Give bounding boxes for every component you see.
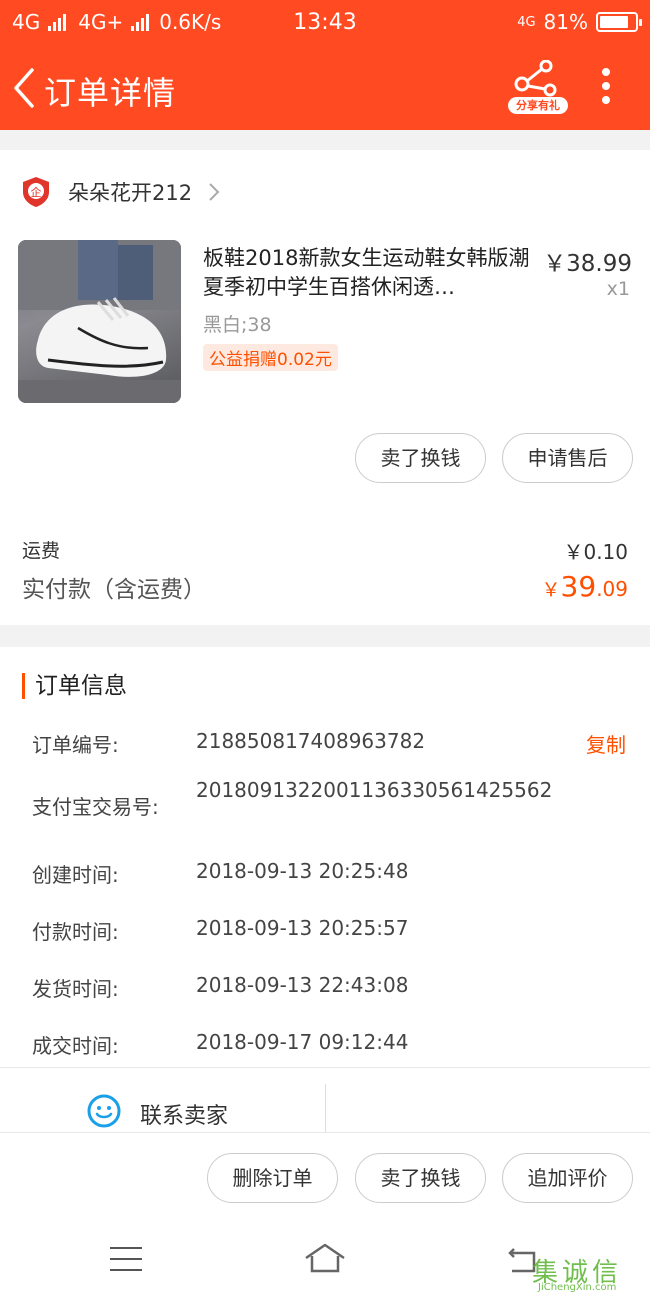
chevron-right-icon: [209, 183, 220, 201]
delete-order-button[interactable]: 删除订单: [207, 1153, 338, 1203]
add-review-button[interactable]: 追加评价: [502, 1153, 633, 1203]
share-label: 分享有礼: [508, 97, 568, 114]
info-key: 创建时间:: [32, 863, 119, 887]
charity-badge: 公益捐赠0.02元: [203, 344, 338, 371]
sell-for-cash-button[interactable]: 卖了换钱: [355, 433, 486, 483]
sell-for-cash-button[interactable]: 卖了换钱: [355, 1153, 486, 1203]
network-label-3: 4G: [517, 14, 536, 30]
info-key: 发货时间:: [32, 977, 119, 1001]
shipping-value: ￥0.10: [563, 540, 628, 564]
share-icon: [514, 59, 557, 97]
info-key: 支付宝交易号:: [32, 795, 159, 819]
info-key: 订单编号:: [32, 733, 119, 757]
battery-percent: 81%: [543, 10, 588, 34]
copy-button[interactable]: 复制: [586, 729, 626, 758]
info-key: 成交时间:: [32, 1034, 119, 1058]
order-info-card: 订单信息 订单编号: 218850817408963782 复制 支付宝交易号:…: [0, 647, 650, 1134]
shop-name[interactable]: 朵朵花开212: [68, 177, 192, 207]
status-right: 4G 81%: [517, 10, 642, 34]
home-icon[interactable]: [303, 1241, 347, 1275]
product-sku: 黑白;38: [203, 314, 272, 336]
back-arrow-icon[interactable]: [10, 66, 40, 110]
more-icon[interactable]: [600, 68, 612, 108]
order-info-title: 订单信息: [22, 673, 127, 699]
info-value: 2018-09-13 20:25:57: [196, 916, 409, 940]
paid-amount: ￥39.09: [542, 570, 628, 603]
product-quantity: x1: [606, 278, 630, 300]
page-title: 订单详情: [44, 74, 177, 112]
contact-seller-button[interactable]: 联系卖家: [140, 1098, 228, 1130]
paid-currency: ￥: [541, 579, 561, 601]
product-title[interactable]: 板鞋2018新款女生运动鞋女韩版潮夏季初中学生百搭休闲透…: [203, 244, 533, 302]
sneaker-image: [18, 240, 181, 403]
shop-row[interactable]: 企 朵朵花开212: [22, 176, 220, 208]
info-value: 2018-09-17 09:12:44: [196, 1030, 409, 1054]
battery-fill: [600, 16, 628, 28]
paid-integer: 39: [560, 570, 597, 603]
watermark-subtext: JiChengXin.com: [538, 1282, 617, 1293]
info-value: 2018-09-13 20:25:48: [196, 859, 409, 883]
divider: [325, 1084, 326, 1134]
paid-decimal: .09: [596, 577, 628, 601]
battery-icon: [596, 12, 642, 32]
shop-badge-icon: 企: [23, 177, 49, 207]
product-card: 企 朵朵花开212 板鞋2018新款女生运动鞋女韩版潮夏季初中学生百搭休闲透… …: [0, 150, 650, 625]
menu-icon[interactable]: [110, 1247, 142, 1273]
paid-label: 实付款（含运费）: [22, 577, 206, 603]
product-image[interactable]: [18, 240, 181, 403]
shop-badge-text: 企: [31, 185, 42, 199]
product-price: ￥38.99: [543, 251, 632, 277]
info-key: 付款时间:: [32, 920, 119, 944]
page-header: 订单详情 分享有礼: [0, 46, 650, 130]
status-bar: 4G 4G+ 0.6K/s 13:43 4G 81%: [0, 0, 650, 46]
bottom-action-bar: 删除订单 卖了换钱 追加评价: [0, 1133, 650, 1225]
share-button[interactable]: 分享有礼: [508, 59, 568, 116]
info-value: 218850817408963782: [196, 729, 426, 753]
chat-smile-icon[interactable]: [86, 1093, 122, 1129]
info-value: 2018-09-13 22:43:08: [196, 973, 409, 997]
watermark: 集诚信 JiChengXin.com: [532, 1248, 648, 1298]
info-value: 2018091322001136330561425562: [196, 778, 553, 802]
after-sale-button[interactable]: 申请售后: [502, 433, 633, 483]
shipping-label: 运费: [22, 540, 61, 562]
contact-bar: 联系卖家: [0, 1067, 650, 1134]
